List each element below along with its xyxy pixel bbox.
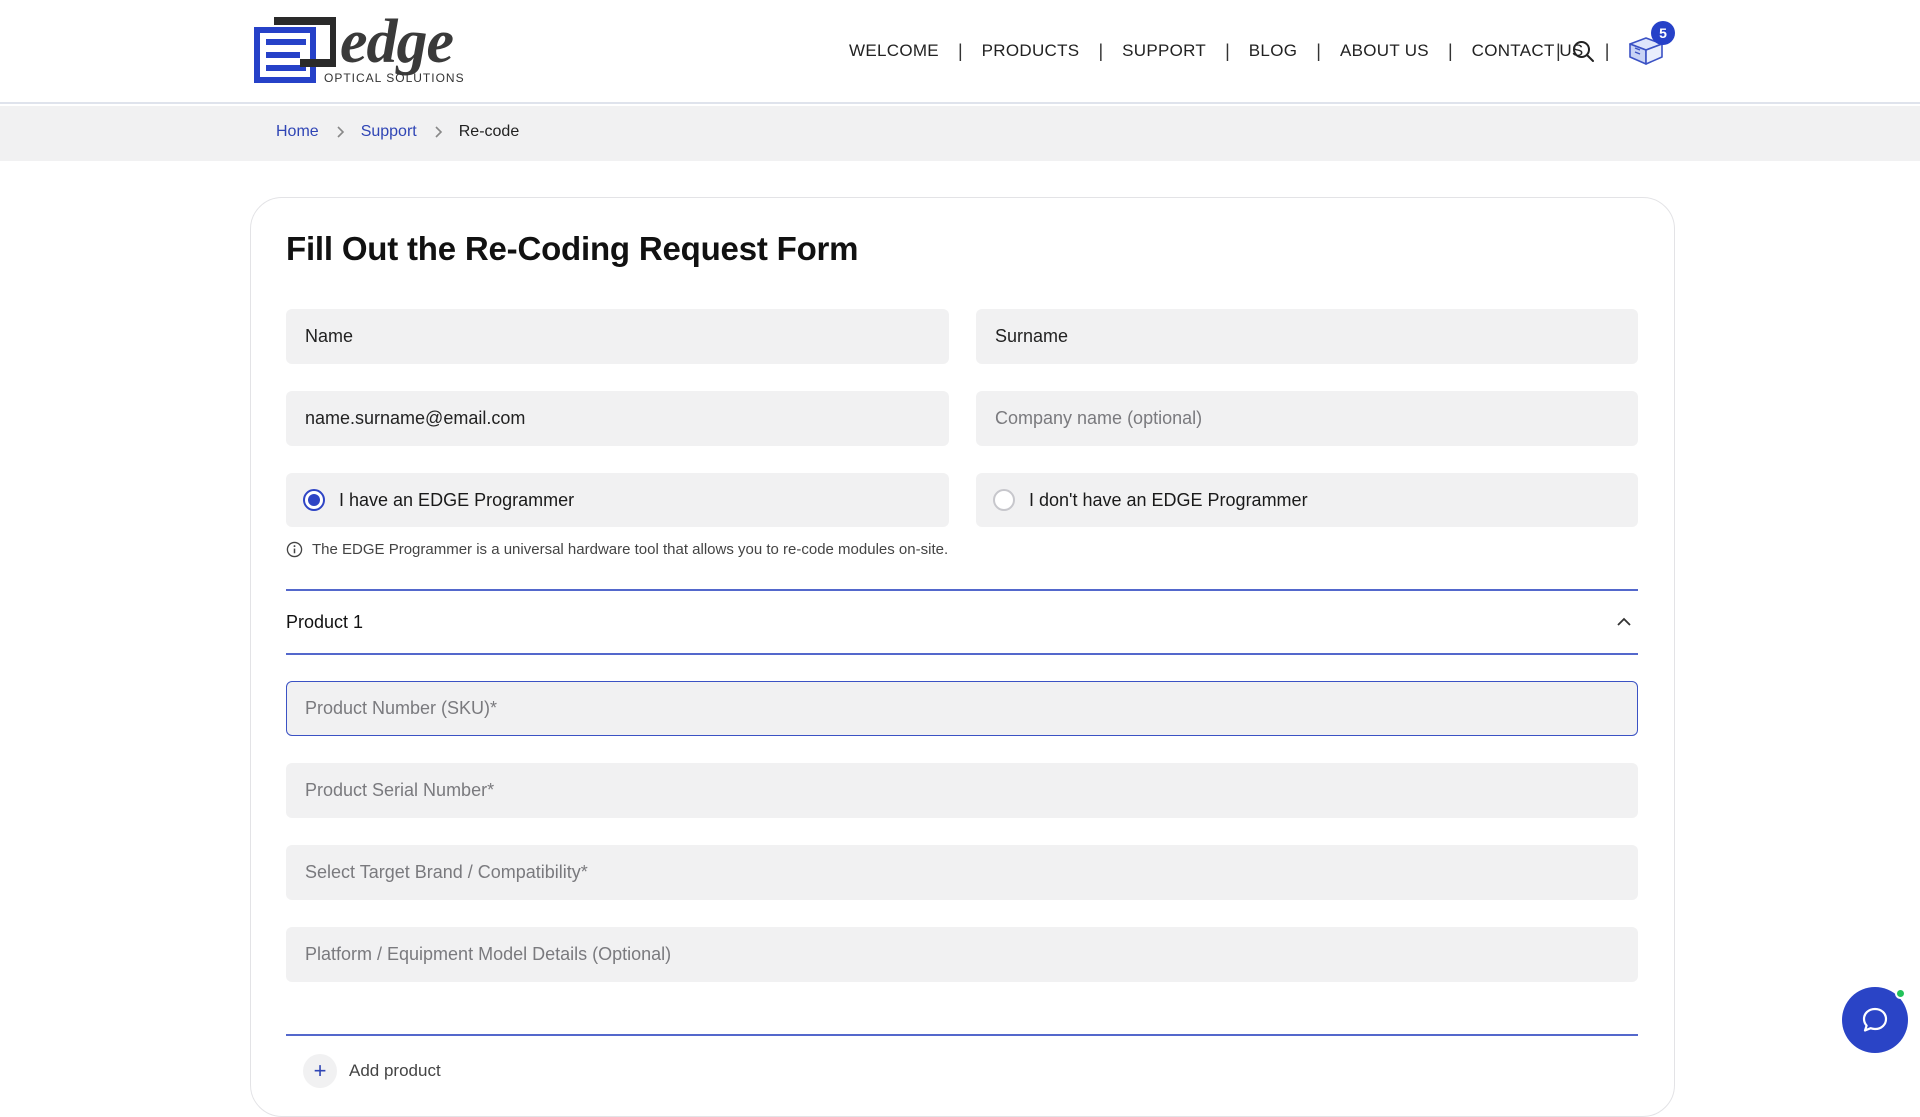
nav-separator: | — [1447, 40, 1453, 61]
tool-separator: | — [1556, 40, 1561, 61]
breadcrumb: Home Support Re-code — [276, 123, 519, 141]
page-title: Fill Out the Re-Coding Request Form — [286, 230, 859, 267]
edge-logo[interactable]: edge OPTICAL SOLUTIONS — [254, 11, 474, 85]
nav-support[interactable]: SUPPORT — [1122, 41, 1206, 61]
nav-separator: | — [1316, 40, 1321, 61]
product-title: Product 1 — [286, 611, 364, 632]
product-sku-input[interactable] — [286, 681, 1638, 736]
nav-products[interactable]: PRODUCTS — [982, 41, 1080, 61]
logo-wordmark: edge — [340, 8, 454, 76]
main-nav: WELCOME | PRODUCTS | SUPPORT | BLOG | AB… — [849, 38, 1584, 64]
divider — [286, 589, 1638, 591]
tool-separator: | — [1604, 40, 1610, 61]
site-header: edge OPTICAL SOLUTIONS WELCOME | PRODUCT… — [0, 0, 1920, 104]
platform-details-input[interactable] — [286, 927, 1638, 982]
divider — [286, 1034, 1638, 1036]
product-accordion-header[interactable]: Product 1 — [286, 592, 1638, 652]
radio-have-label: I have an EDGE Programmer — [339, 489, 575, 510]
surname-input[interactable] — [976, 309, 1638, 364]
add-product-label: Add product — [349, 1061, 441, 1080]
nav-blog[interactable]: BLOG — [1249, 41, 1297, 61]
radio-button-unchecked[interactable] — [993, 489, 1015, 511]
logo-tagline: OPTICAL SOLUTIONS — [324, 71, 465, 85]
target-brand-select[interactable] — [286, 845, 1638, 900]
nav-separator: | — [957, 40, 963, 61]
info-text: The EDGE Programmer is a universal hardw… — [312, 541, 949, 558]
nav-separator: | — [1098, 40, 1104, 61]
chevron-up-icon[interactable] — [1616, 617, 1632, 627]
header-tools: | | — [1556, 34, 1609, 68]
breadcrumb-bar: Home Support Re-code — [0, 106, 1920, 161]
cart-count-badge: 5 — [1651, 21, 1675, 45]
nav-about-us[interactable]: ABOUT US — [1340, 41, 1429, 61]
radio-dont-have-programmer[interactable]: I don't have an EDGE Programmer — [976, 473, 1638, 527]
product-serial-input[interactable] — [286, 763, 1638, 818]
add-product-button[interactable]: + Add product — [303, 1054, 441, 1088]
programmer-info: The EDGE Programmer is a universal hardw… — [286, 541, 948, 558]
chevron-right-icon — [337, 126, 344, 138]
search-icon[interactable] — [1571, 39, 1595, 63]
name-input[interactable] — [286, 309, 949, 364]
company-name-input[interactable] — [976, 391, 1638, 446]
radio-button-checked[interactable] — [303, 489, 325, 511]
info-icon — [286, 541, 303, 558]
breadcrumb-support[interactable]: Support — [361, 123, 417, 141]
plus-icon: + — [303, 1054, 337, 1088]
chevron-right-icon — [435, 126, 442, 138]
divider — [286, 653, 1638, 655]
email-input[interactable] — [286, 391, 949, 446]
radio-have-programmer[interactable]: I have an EDGE Programmer — [286, 473, 949, 527]
breadcrumb-current: Re-code — [458, 123, 520, 140]
chat-bubble-icon — [1862, 1007, 1888, 1032]
chat-online-status — [1895, 988, 1906, 999]
nav-separator: | — [1225, 40, 1230, 61]
breadcrumb-home[interactable]: Home — [276, 123, 319, 141]
nav-welcome[interactable]: WELCOME — [849, 41, 939, 61]
radio-dont-label: I don't have an EDGE Programmer — [1029, 489, 1308, 510]
